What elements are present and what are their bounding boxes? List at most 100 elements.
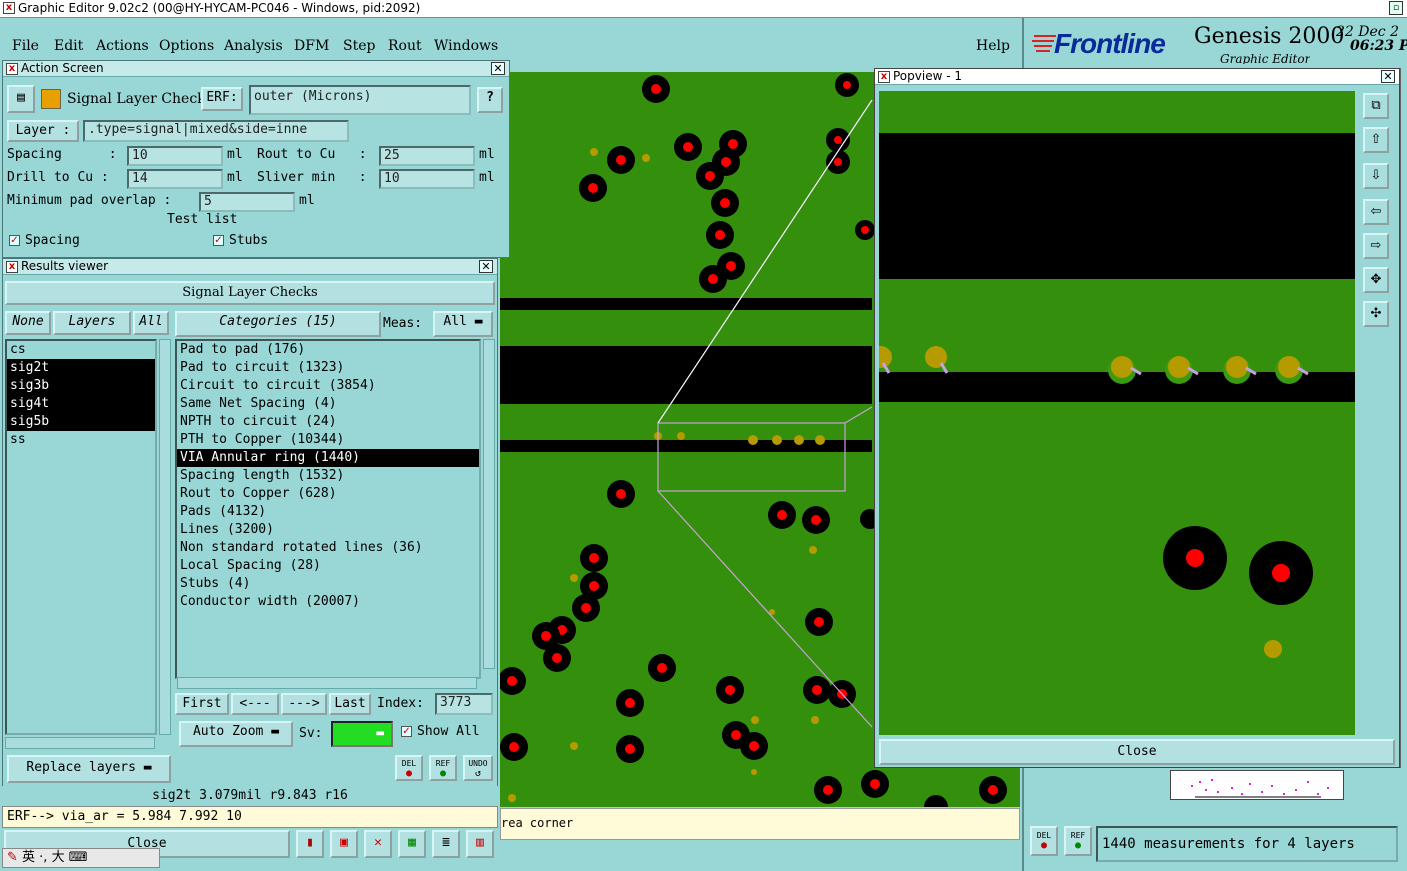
test-stubs-checkbox[interactable]: ✓	[213, 235, 224, 246]
layers-toggle-button[interactable]: Layers	[53, 311, 131, 335]
layers-all-button[interactable]: All	[133, 311, 169, 335]
window-minimize-button[interactable]: ▫	[1389, 1, 1403, 15]
category-list-item[interactable]: Pad to pad (176)	[177, 341, 479, 359]
keyboard-icon: ⌨	[68, 850, 88, 865]
popview-close-icon[interactable]: ✕	[1381, 70, 1395, 83]
results-viewer-title: Results viewer	[3, 259, 497, 275]
report-tool-icon[interactable]: ▣	[330, 830, 358, 858]
erf-button[interactable]: ERF:	[201, 87, 243, 111]
menu-analysis[interactable]: Analysis	[224, 38, 283, 54]
menu-rout[interactable]: Rout	[388, 38, 422, 54]
category-list-item[interactable]: VIA Annular ring (1440)	[177, 449, 479, 467]
rout-label: Rout to Cu :	[257, 147, 367, 162]
category-list-item[interactable]: Non standard rotated lines (36)	[177, 539, 479, 557]
auto-zoom-dropdown[interactable]: Auto Zoom ▬	[179, 721, 293, 747]
popview-toolbar: ⧉ ⇧ ⇩ ⇦ ⇨ ✥ ✣	[1357, 91, 1397, 735]
ime-toolbar[interactable]: ✎ 英 ·, 大 ⌨	[2, 848, 160, 868]
replace-layers-dropdown[interactable]: Replace layers ▬	[7, 755, 171, 783]
index-field[interactable]: 3773	[435, 693, 493, 715]
category-list-item[interactable]: Same Net Spacing (4)	[177, 395, 479, 413]
bottom-ref-button[interactable]: REF ●	[1064, 826, 1092, 856]
category-list-item[interactable]: Circuit to circuit (3854)	[177, 377, 479, 395]
layer-list-item[interactable]: sig5b	[7, 413, 155, 431]
menu-dfm[interactable]: DFM	[294, 38, 329, 54]
next-button[interactable]: --->	[281, 693, 327, 715]
menu-help[interactable]: Help	[976, 38, 1010, 54]
category-list-item[interactable]: Spacing length (1532)	[177, 467, 479, 485]
action-screen-close-button[interactable]: ✕	[491, 62, 505, 75]
category-list-item[interactable]: Lines (3200)	[177, 521, 479, 539]
category-list-hscrollbar[interactable]	[177, 677, 477, 689]
sv-color-dropdown[interactable]: ▬	[331, 721, 393, 747]
test-spacing-checkbox[interactable]: ✓	[9, 235, 20, 246]
layer-field[interactable]: .type=signal|mixed&side=inne	[83, 120, 349, 142]
menu-file[interactable]: File	[12, 38, 39, 54]
histogram-tool-icon[interactable]: ▥	[466, 830, 494, 858]
pop-fit-icon[interactable]: ⧉	[1363, 93, 1389, 119]
layer-list-hscrollbar[interactable]	[5, 737, 155, 749]
drill-field[interactable]: 14	[127, 169, 223, 189]
category-list-item[interactable]: Conductor width (20007)	[177, 593, 479, 611]
overlap-field[interactable]: 5	[199, 192, 295, 212]
layer-list-scrollbar[interactable]	[159, 339, 171, 735]
categories-button[interactable]: Categories (15)	[175, 311, 381, 337]
layer-list[interactable]: cs sig2t sig3b sig4t sig5b ss	[5, 339, 157, 735]
prev-button[interactable]: <---	[231, 693, 279, 715]
pop-zoom-out-icon[interactable]: ✣	[1363, 301, 1389, 327]
flag-tool-icon[interactable]: ▮	[296, 830, 324, 858]
layer-list-item[interactable]: sig2t	[7, 359, 155, 377]
category-list-item[interactable]: PTH to Copper (10344)	[177, 431, 479, 449]
menu-step[interactable]: Step	[343, 38, 375, 54]
layer-button[interactable]: Layer :	[7, 120, 79, 142]
bottom-del-button[interactable]: DEL ●	[1030, 826, 1058, 856]
results-viewer-close-icon[interactable]: ✕	[479, 260, 493, 273]
reference-marker-button[interactable]: REF ●	[429, 755, 457, 781]
action-screen-panel: Action Screen x ✕ ▤ Signal Layer Checks …	[2, 60, 510, 258]
category-list[interactable]: Pad to pad (176) Pad to circuit (1323) Cir…	[175, 339, 481, 679]
layer-list-item[interactable]: cs	[7, 341, 155, 359]
pop-right-icon[interactable]: ⇨	[1363, 233, 1389, 259]
erf-field[interactable]: outer (Microns)	[249, 85, 471, 115]
popview-pcb-view[interactable]	[879, 91, 1355, 735]
test-stubs-label: Stubs	[229, 233, 269, 248]
popview-canvas[interactable]	[879, 91, 1355, 735]
spacing-field[interactable]: 10	[127, 146, 223, 166]
popview-close-button[interactable]: Close	[879, 739, 1395, 765]
category-list-item[interactable]: Local Spacing (28)	[177, 557, 479, 575]
show-all-checkbox[interactable]: ✓	[401, 726, 412, 737]
undo-button[interactable]: UNDO ↺	[463, 755, 493, 781]
meas-dropdown[interactable]: All ▬	[433, 311, 493, 337]
menu-edit[interactable]: Edit	[54, 38, 83, 54]
layer-list-item[interactable]: sig4t	[7, 395, 155, 413]
category-list-item[interactable]: Pad to circuit (1323)	[177, 359, 479, 377]
category-list-scrollbar[interactable]	[483, 339, 495, 669]
pop-zoom-in-icon[interactable]: ✥	[1363, 267, 1389, 293]
first-button[interactable]: First	[175, 693, 229, 715]
help-button[interactable]: ?	[477, 87, 503, 113]
action-list-icon[interactable]: ▤	[7, 85, 35, 113]
menu-actions[interactable]: Actions	[96, 38, 149, 54]
compare-tool-icon[interactable]: ▦	[398, 830, 426, 858]
menu-options[interactable]: Options	[159, 38, 214, 54]
pop-left-icon[interactable]: ⇦	[1363, 199, 1389, 225]
drill-unit: ml	[227, 170, 243, 185]
rout-field[interactable]: 25	[379, 146, 475, 166]
category-list-item[interactable]: NPTH to circuit (24)	[177, 413, 479, 431]
delete-marker-button[interactable]: DEL ●	[395, 755, 423, 781]
menu-windows[interactable]: Windows	[434, 38, 498, 54]
last-button[interactable]: Last	[329, 693, 371, 715]
category-list-item[interactable]: Rout to Copper (628)	[177, 485, 479, 503]
pop-up-icon[interactable]: ⇧	[1363, 127, 1389, 153]
pop-down-icon[interactable]: ⇩	[1363, 163, 1389, 189]
layer-list-item[interactable]: ss	[7, 431, 155, 449]
layer-list-item[interactable]: sig3b	[7, 377, 155, 395]
layers-none-button[interactable]: None	[5, 311, 51, 335]
notes-tool-icon[interactable]: ≣	[432, 830, 460, 858]
sliver-field[interactable]: 10	[379, 169, 475, 189]
ref-delete-tool-icon[interactable]: ✕	[364, 830, 392, 858]
spacing-label: Spacing :	[7, 147, 117, 162]
measurements-summary: 1440 measurements for 4 layers	[1096, 826, 1398, 862]
histogram-dots	[1191, 779, 1329, 798]
category-list-item[interactable]: Pads (4132)	[177, 503, 479, 521]
category-list-item[interactable]: Stubs (4)	[177, 575, 479, 593]
